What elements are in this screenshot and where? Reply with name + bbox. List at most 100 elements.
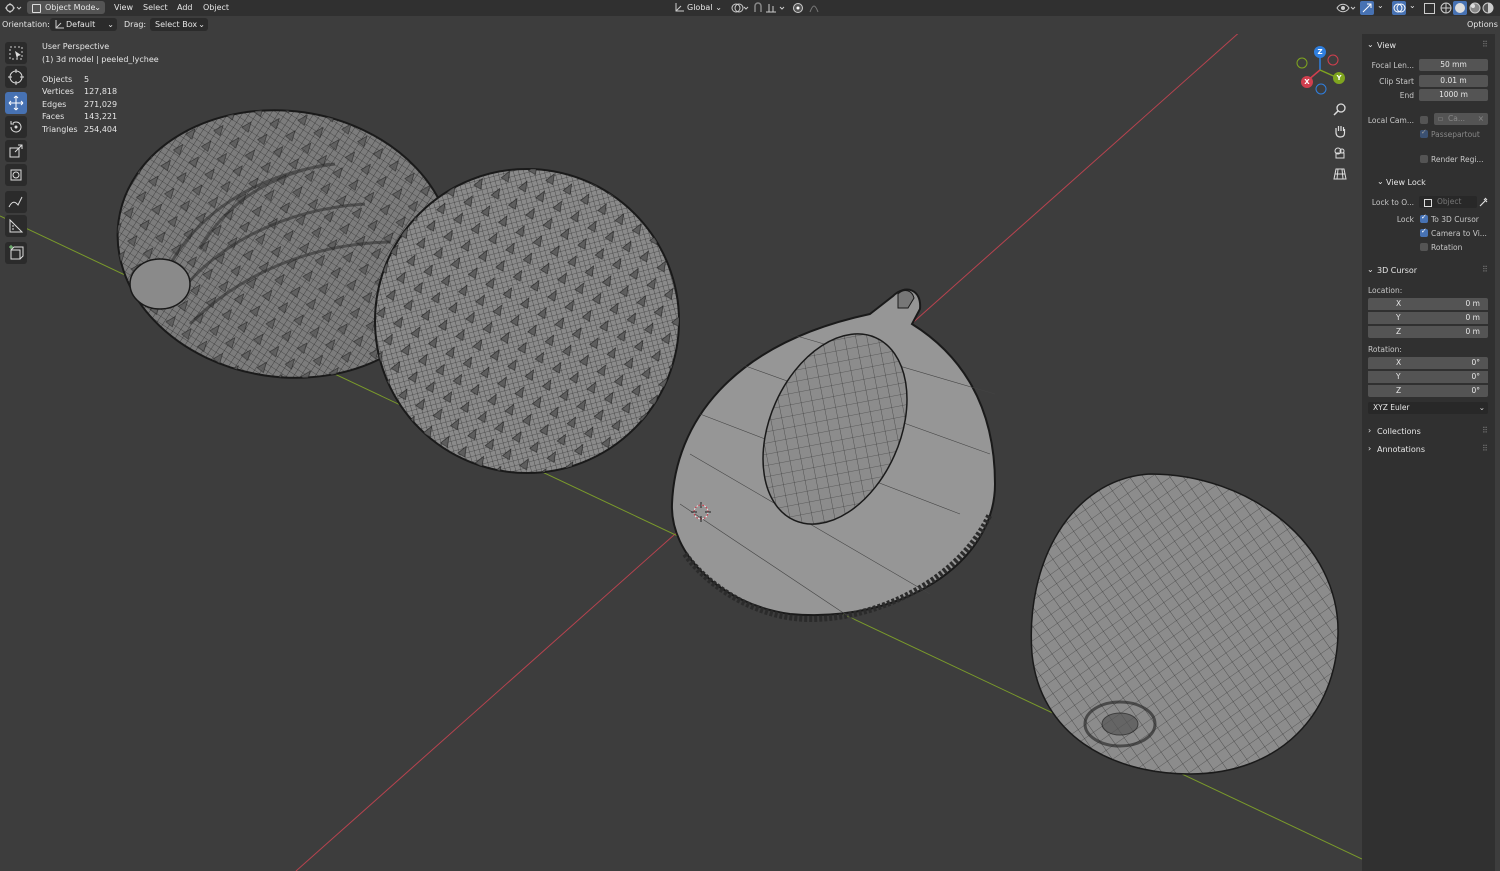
- lock-to-object-field[interactable]: Object: [1419, 196, 1477, 208]
- drag-dropdown[interactable]: Select Box ⌄: [150, 18, 208, 31]
- local-camera-checkbox[interactable]: [1420, 116, 1428, 124]
- drag-handle-icon[interactable]: ⠿: [1482, 40, 1488, 49]
- options-button[interactable]: Options: [1462, 18, 1498, 31]
- passepartout-label: Passepartout: [1431, 130, 1480, 139]
- cursor-section-title[interactable]: 3D Cursor: [1377, 266, 1417, 275]
- focal-length-field[interactable]: 50 mm: [1419, 59, 1488, 71]
- visibility-icon[interactable]: [1336, 2, 1358, 16]
- wireframe-shading-icon[interactable]: [1440, 2, 1452, 16]
- lock-rotation-checkbox[interactable]: [1420, 243, 1428, 251]
- rendered-shading-icon[interactable]: [1482, 2, 1494, 16]
- stat-value: 5: [84, 75, 90, 84]
- rotation-label: Rotation:: [1368, 345, 1402, 354]
- cursor-tool[interactable]: [5, 66, 27, 88]
- lychee-flesh-object[interactable]: [1030, 473, 1339, 775]
- select-box-tool[interactable]: [5, 42, 27, 64]
- chevron-down-icon[interactable]: ⌄: [1377, 177, 1384, 186]
- measure-tool[interactable]: [5, 215, 27, 237]
- drag-handle-icon[interactable]: ⠿: [1482, 444, 1488, 453]
- object-info: (1) 3d model | peeled_lychee: [42, 55, 159, 64]
- drag-handle-icon[interactable]: ⠿: [1482, 426, 1488, 435]
- cursor-location-y[interactable]: Y 0 m: [1368, 312, 1488, 324]
- chevron-down-icon: ⌄: [715, 3, 722, 12]
- lychee-object-2[interactable]: [374, 168, 680, 474]
- lock-to-3d-cursor-checkbox[interactable]: [1420, 213, 1428, 223]
- orientation-value: Default: [66, 20, 96, 29]
- view-section-title[interactable]: View: [1377, 41, 1396, 50]
- pivot-point-icon[interactable]: [730, 2, 750, 16]
- menu-object[interactable]: Object: [203, 2, 229, 14]
- camera-view-icon[interactable]: [1333, 146, 1347, 162]
- eyedropper-icon[interactable]: [1478, 196, 1488, 210]
- editor-type-icon[interactable]: [4, 2, 22, 16]
- close-icon[interactable]: ×: [1478, 113, 1484, 125]
- local-camera-field[interactable]: ▫ Ca... ×: [1434, 113, 1488, 125]
- xray-icon[interactable]: [1424, 3, 1435, 14]
- mode-dropdown[interactable]: Object Mode ⌄: [27, 1, 105, 14]
- menu-view[interactable]: View: [114, 2, 133, 14]
- perspective-grid-icon[interactable]: [1333, 167, 1347, 183]
- rotate-tool[interactable]: [5, 116, 27, 138]
- focal-length-label: Focal Len...: [1371, 61, 1414, 70]
- clip-start-label: Clip Start: [1379, 77, 1414, 86]
- zoom-icon[interactable]: [1333, 102, 1347, 118]
- move-tool[interactable]: [5, 92, 27, 114]
- cursor-rotation-z[interactable]: Z 0°: [1368, 385, 1488, 397]
- rotation-mode-dropdown[interactable]: XYZ Euler ⌄: [1368, 402, 1488, 414]
- annotations-section-title[interactable]: Annotations: [1377, 445, 1425, 454]
- stat-label: Triangles: [42, 125, 78, 134]
- viewport-header: Object Mode ⌄ View Select Add Object Glo…: [0, 0, 1500, 16]
- view-lock-section-title[interactable]: View Lock: [1386, 178, 1426, 187]
- camera-to-view-checkbox[interactable]: [1420, 227, 1428, 237]
- stat-label: Vertices: [42, 87, 74, 96]
- global-axis-icon: [674, 2, 684, 16]
- overlays-toggle-icon[interactable]: [1392, 1, 1406, 15]
- chevron-down-icon[interactable]: ⌄: [1367, 40, 1374, 49]
- cursor-location-z[interactable]: Z 0 m: [1368, 326, 1488, 338]
- passepartout-checkbox[interactable]: [1420, 128, 1428, 138]
- camera-icon: ▫: [1438, 114, 1444, 123]
- lock-to-object-label: Lock to O...: [1371, 198, 1414, 207]
- pan-hand-icon[interactable]: [1333, 124, 1347, 140]
- cursor-rotation-y[interactable]: Y 0°: [1368, 371, 1488, 383]
- x-axis-icon[interactable]: X: [1301, 76, 1313, 88]
- transform-tool[interactable]: [5, 164, 27, 186]
- chevron-down-icon[interactable]: ⌄: [1409, 1, 1416, 10]
- transform-orientation-dropdown[interactable]: Global ⌄: [670, 1, 724, 14]
- sidebar-panel: ⌄ View ⠿ Focal Len... 50 mm Clip Start 0…: [1362, 34, 1495, 871]
- scale-tool[interactable]: [5, 140, 27, 162]
- tool-settings-bar: Orientation: Default ⌄ Drag: Select Box …: [0, 16, 1500, 34]
- add-cube-tool[interactable]: [5, 242, 27, 264]
- cursor-location-x[interactable]: X 0 m: [1368, 298, 1488, 310]
- clip-end-field[interactable]: 1000 m: [1419, 89, 1488, 101]
- orientation-dropdown[interactable]: Default ⌄: [50, 18, 117, 31]
- chevron-down-icon: ⌄: [107, 20, 114, 29]
- collections-section-title[interactable]: Collections: [1377, 427, 1421, 436]
- y-axis-icon[interactable]: Y: [1333, 72, 1345, 84]
- local-camera-label: Local Cam...: [1367, 116, 1414, 125]
- menu-select[interactable]: Select: [143, 2, 168, 14]
- peeled-lychee-object[interactable]: [670, 288, 997, 625]
- snap-icon[interactable]: [752, 2, 788, 16]
- clip-start-field[interactable]: 0.01 m: [1419, 75, 1488, 87]
- stat-value: 271,029: [84, 100, 118, 109]
- solid-shading-icon[interactable]: [1453, 1, 1467, 15]
- gizmo-toggle-icon[interactable]: [1360, 1, 1374, 15]
- z-axis-icon[interactable]: Z: [1314, 46, 1326, 58]
- cursor-rotation-x[interactable]: X 0°: [1368, 357, 1488, 369]
- proportional-editing-icon[interactable]: [792, 2, 828, 16]
- render-region-checkbox[interactable]: [1420, 155, 1428, 163]
- transform-orientation-label: Global: [687, 3, 713, 12]
- navigation-gizmo[interactable]: Z X Y: [1295, 45, 1345, 95]
- camera-to-view-label: Camera to Vi...: [1431, 229, 1487, 238]
- material-shading-icon[interactable]: [1469, 2, 1481, 16]
- chevron-right-icon[interactable]: ›: [1368, 426, 1371, 435]
- annotate-tool[interactable]: [5, 191, 27, 213]
- menu-add[interactable]: Add: [177, 2, 193, 14]
- stat-label: Faces: [42, 112, 65, 121]
- chevron-right-icon[interactable]: ›: [1368, 444, 1371, 453]
- drag-handle-icon[interactable]: ⠿: [1482, 265, 1488, 274]
- chevron-down-icon[interactable]: ⌄: [1367, 265, 1374, 274]
- chevron-down-icon[interactable]: ⌄: [1377, 1, 1384, 10]
- 3d-viewport[interactable]: [0, 34, 1362, 871]
